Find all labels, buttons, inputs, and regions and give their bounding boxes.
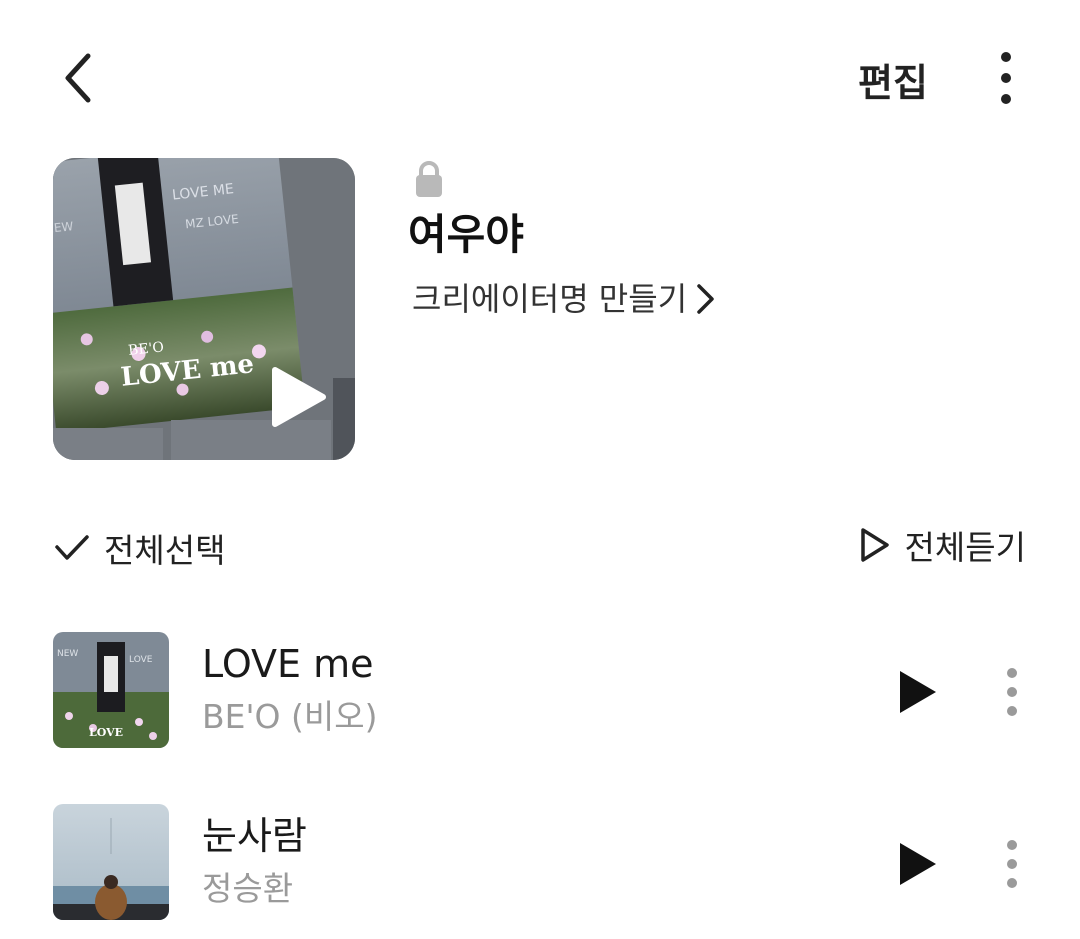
track-more-button[interactable] [994, 834, 1030, 894]
track-row[interactable]: NEW LOVE LOVE LOVE me BE'O (비오) [0, 632, 1080, 752]
select-all-label: 전체선택 [104, 531, 226, 570]
album-art-image [53, 804, 169, 920]
album-art-image: NEW LOVE LOVE [53, 632, 169, 748]
svg-text:LOVE: LOVE [129, 655, 153, 665]
back-button[interactable] [48, 48, 108, 108]
track-thumbnail[interactable]: NEW LOVE LOVE [53, 632, 169, 748]
more-vertical-icon [1007, 840, 1017, 888]
playlist-title: 여우야 [408, 210, 524, 259]
chevron-right-icon [697, 284, 714, 314]
track-thumbnail[interactable] [53, 804, 169, 920]
play-icon [900, 843, 936, 885]
check-icon [55, 535, 89, 560]
chevron-left-icon [65, 53, 91, 103]
track-title: LOVE me [202, 642, 374, 686]
more-options-button[interactable] [986, 50, 1026, 106]
play-outline-icon [860, 528, 889, 562]
track-more-button[interactable] [994, 662, 1030, 722]
cover-play-icon [272, 367, 326, 427]
svg-text:LOVE: LOVE [89, 726, 123, 739]
track-row[interactable]: 눈사람 정승환 [0, 804, 1080, 924]
edit-button[interactable]: 편집 [858, 54, 928, 105]
select-all-button[interactable]: 전체선택 [54, 524, 225, 572]
create-creator-name-link[interactable]: 크리에이터명 만들기 [412, 278, 715, 320]
playlist-cover[interactable]: LOVE ME MZ LOVE NEW LOVE me BE'O [53, 158, 355, 460]
creator-link-label: 크리에이터명 만들기 [412, 280, 688, 318]
play-icon [900, 671, 936, 713]
play-all-button[interactable]: 전체듣기 [859, 521, 1026, 569]
more-vertical-icon [1007, 668, 1017, 716]
play-all-label: 전체듣기 [904, 528, 1026, 567]
svg-text:NEW: NEW [57, 649, 78, 659]
lock-icon [416, 161, 442, 197]
track-artist: BE'O (비오) [202, 697, 378, 736]
track-title: 눈사람 [202, 814, 307, 858]
more-vertical-icon [1001, 52, 1011, 104]
track-artist: 정승환 [202, 869, 294, 908]
track-play-button[interactable] [888, 834, 948, 894]
track-play-button[interactable] [888, 662, 948, 722]
